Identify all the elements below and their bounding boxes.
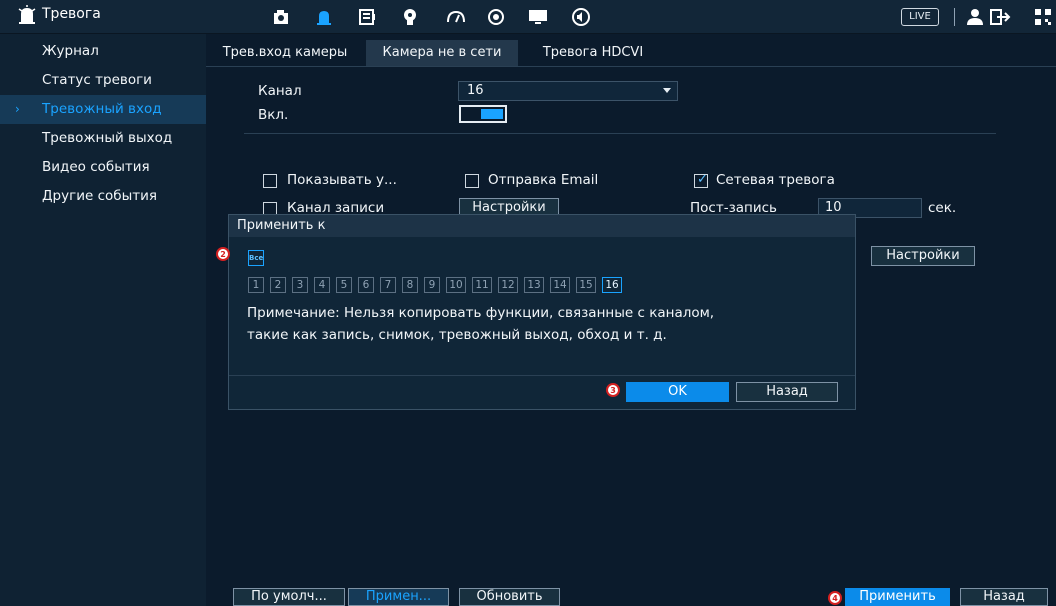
channel-checkbox[interactable]: 3 (292, 277, 308, 293)
tab-camera-alarm-input[interactable]: Трев.вход камеры (206, 40, 364, 66)
channel-checkbox[interactable]: 6 (358, 277, 374, 293)
alarm-bell-icon (18, 5, 36, 31)
dialog-title: Применить к (229, 215, 855, 237)
channel-checkbox[interactable]: 13 (524, 277, 544, 293)
channel-checkbox[interactable]: 1 (248, 277, 264, 293)
channel-checkbox[interactable]: 14 (550, 277, 570, 293)
channel-label: Канал (258, 83, 302, 99)
channel-checkbox[interactable]: 7 (380, 277, 396, 293)
audio-icon[interactable] (568, 4, 594, 30)
live-view-button[interactable]: LIVE (901, 8, 939, 26)
sidebar: Журнал Статус тревоги › Тревожный вход Тр… (0, 34, 206, 606)
tab-camera-offline[interactable]: Камера не в сети (366, 40, 518, 66)
sidebar-item-video-events[interactable]: Видео события (0, 153, 206, 182)
user-icon[interactable] (962, 4, 988, 30)
step-marker: 2 (216, 247, 230, 261)
storage-icon[interactable] (354, 4, 380, 30)
section-divider (244, 133, 996, 134)
chevron-down-icon (663, 88, 671, 93)
channel-checkbox[interactable]: 10 (446, 277, 466, 293)
sidebar-item-label: Тревожный выход (42, 130, 173, 146)
tab-hdcvi-alarm[interactable]: Тревога HDCVI (520, 40, 666, 66)
alarm-icon[interactable] (311, 4, 337, 30)
net-alarm-label: Сетевая тревога (716, 172, 835, 188)
dialog-note-line-2: такие как запись, снимок, тревожный выхо… (247, 327, 667, 343)
enable-toggle[interactable] (459, 105, 507, 123)
display-icon[interactable] (525, 4, 551, 30)
channel-checkbox-selected[interactable]: 16 (602, 277, 622, 293)
select-all-checkbox[interactable]: Все (248, 250, 264, 266)
refresh-button[interactable]: Обновить (459, 588, 560, 606)
send-email-label: Отправка Email (488, 172, 599, 188)
channel-checkbox[interactable]: 8 (402, 277, 418, 293)
checkmark-icon: ✓ (697, 172, 708, 187)
channel-checkbox[interactable]: 4 (314, 277, 330, 293)
sidebar-item-label: Видео события (42, 159, 150, 175)
topbar-divider (954, 8, 955, 26)
sidebar-item-alarm-output[interactable]: Тревожный выход (0, 124, 206, 153)
step-marker: 3 (606, 383, 620, 397)
channel-checkbox[interactable]: 9 (424, 277, 440, 293)
channel-checkbox[interactable]: 12 (498, 277, 518, 293)
sidebar-item-other-events[interactable]: Другие события (0, 182, 206, 211)
toggle-knob (481, 109, 503, 119)
default-button[interactable]: По умолч... (233, 588, 345, 606)
dialog-note-line-1: Примечание: Нельзя копировать функции, с… (247, 305, 715, 321)
apply-to-dialog: Применить к Все 1 2 3 4 5 6 7 8 9 10 11 … (228, 214, 856, 410)
sidebar-item-log[interactable]: Журнал (0, 37, 206, 66)
qr-code-icon[interactable] (1030, 4, 1056, 30)
sidebar-item-alarm-input[interactable]: › Тревожный вход (0, 95, 206, 124)
show-message-checkbox[interactable] (263, 174, 277, 188)
step-marker: 4 (828, 591, 842, 605)
intelligence-icon[interactable] (397, 4, 423, 30)
channel-checkbox[interactable]: 15 (576, 277, 596, 293)
copy-button[interactable]: Примен... (348, 588, 449, 606)
apply-button[interactable]: Применить (845, 588, 950, 606)
cycle-icon[interactable] (483, 4, 509, 30)
top-bar: Тревога LIVE (0, 0, 1056, 34)
sidebar-item-label: Тревожный вход (42, 101, 162, 117)
channel-checkbox[interactable]: 11 (472, 277, 492, 293)
channel-checkbox[interactable]: 5 (336, 277, 352, 293)
sidebar-item-alarm-status[interactable]: Статус тревоги (0, 66, 206, 95)
send-email-checkbox[interactable] (465, 174, 479, 188)
enable-label: Вкл. (258, 107, 289, 123)
dialog-divider (229, 375, 855, 376)
tab-divider (206, 66, 1056, 67)
net-alarm-checkbox[interactable]: ✓ (694, 172, 708, 188)
alarm-settings-button[interactable]: Настройки (871, 246, 975, 266)
ok-button[interactable]: OK (626, 382, 729, 402)
chevron-right-icon: › (15, 102, 20, 116)
network-icon[interactable] (443, 4, 469, 30)
sidebar-item-label: Другие события (42, 188, 157, 204)
logout-icon[interactable] (988, 4, 1014, 30)
sidebar-item-label: Журнал (42, 43, 99, 59)
channel-select[interactable]: 16 (458, 81, 678, 101)
back-button[interactable]: Назад (960, 588, 1048, 606)
camera-icon[interactable] (269, 4, 295, 30)
channel-checkbox[interactable]: 2 (270, 277, 286, 293)
dialog-back-button[interactable]: Назад (736, 382, 838, 402)
sidebar-item-label: Статус тревоги (42, 72, 152, 88)
show-message-label: Показывать у... (287, 172, 397, 188)
post-record-unit: сек. (928, 200, 957, 216)
channel-value: 16 (467, 83, 484, 98)
page-title: Тревога (42, 6, 101, 22)
